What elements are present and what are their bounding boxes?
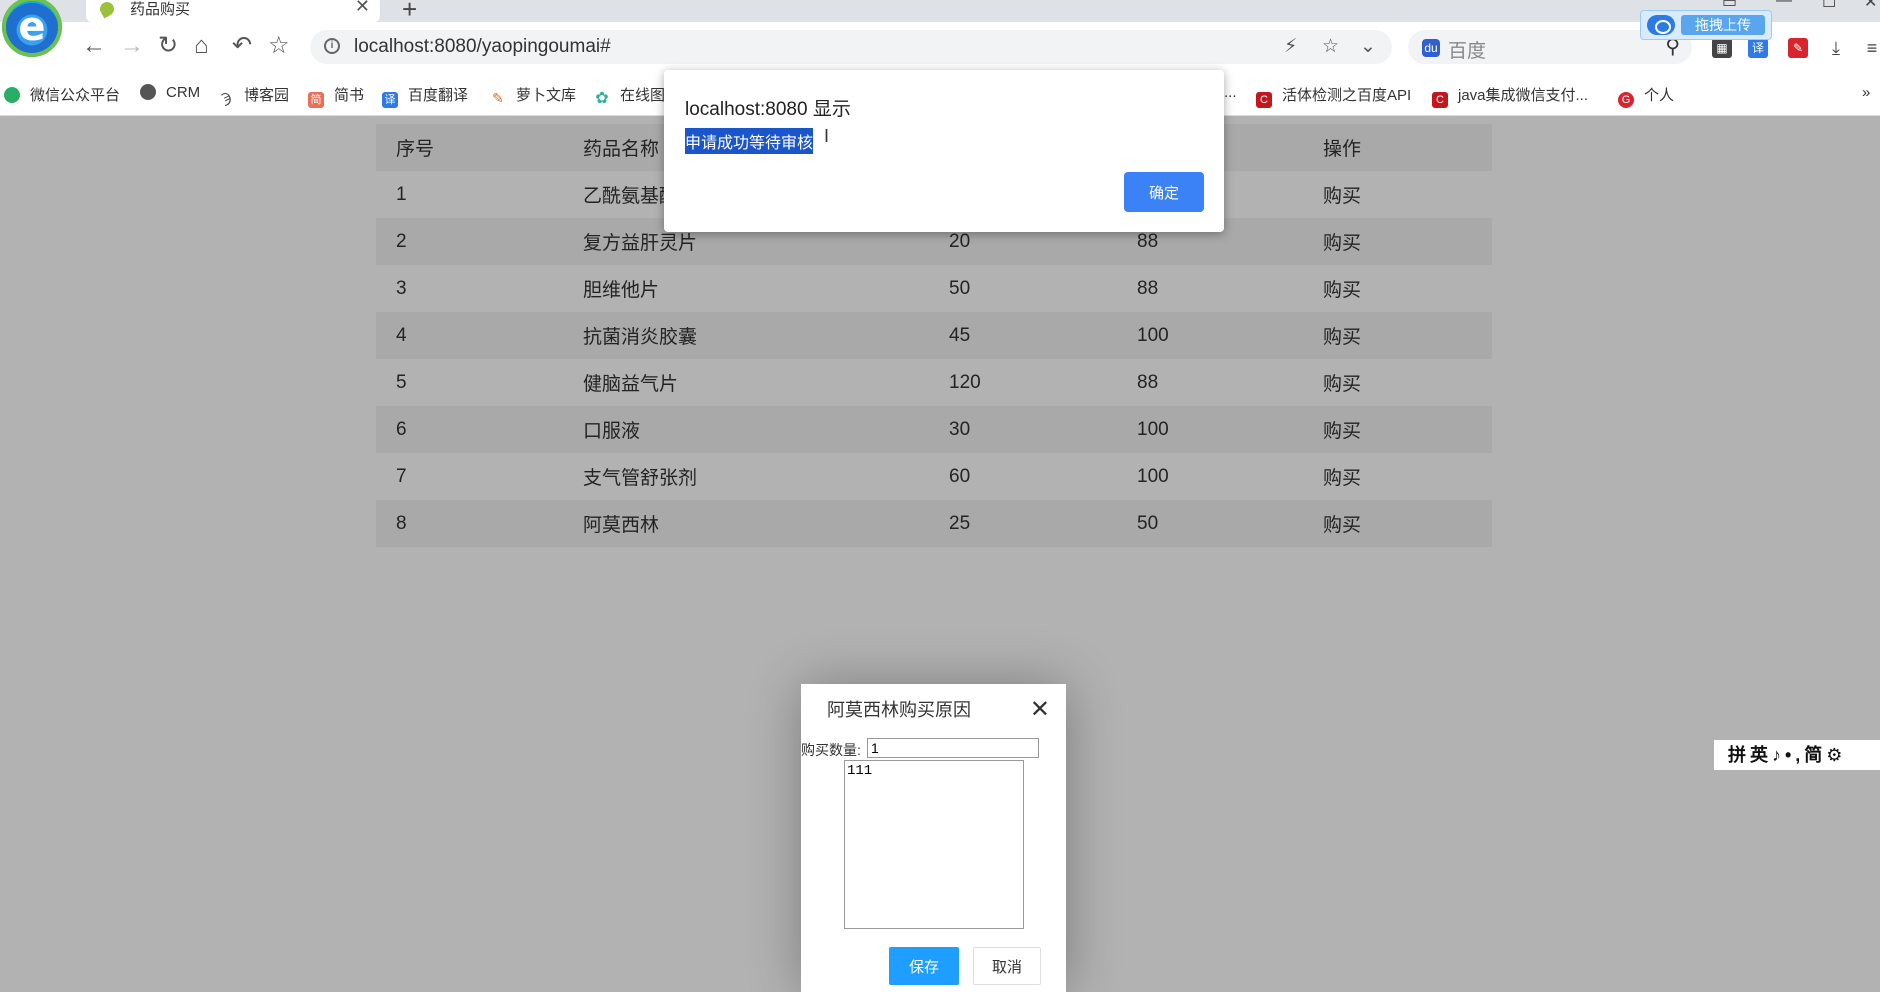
- bookmark-item[interactable]: G 个人: [1618, 84, 1674, 108]
- quantity-label: 购买数量:: [801, 742, 861, 758]
- globe-icon: [140, 84, 156, 100]
- close-icon[interactable]: ✕: [1030, 695, 1050, 724]
- home-icon[interactable]: ⌂: [194, 34, 209, 58]
- baidu-translate-icon: 译: [382, 92, 398, 108]
- upload-label: 拖拽上传: [1681, 15, 1765, 35]
- gear-icon: ✿: [594, 90, 610, 107]
- menu-icon[interactable]: ≡: [1862, 38, 1880, 58]
- pdf-icon[interactable]: ✎: [1788, 38, 1808, 58]
- alert-message: 申请成功等待审核: [685, 128, 814, 154]
- window-close-icon[interactable]: ✕: [1864, 0, 1877, 12]
- alert-dialog: localhost:8080 显示 申请成功等待审核 I 确定: [664, 70, 1224, 232]
- csdn-icon: C: [1432, 92, 1448, 108]
- baidu-icon: du: [1422, 39, 1440, 57]
- purchase-reason-dialog: 阿莫西林购买原因 ✕ 购买数量: 111 保存 取消: [801, 684, 1066, 992]
- tab-close-icon[interactable]: ✕: [355, 0, 370, 17]
- bookmarks-more-icon[interactable]: »: [1862, 84, 1870, 101]
- bookmark-item[interactable]: Cjava集成微信支付...: [1432, 84, 1588, 108]
- bookmark-item[interactable]: Ϡ 博客园: [218, 84, 289, 106]
- bookmark-star-icon[interactable]: ☆: [268, 34, 290, 58]
- tab-active[interactable]: 药品购买 ✕: [86, 0, 380, 22]
- address-bar[interactable]: i localhost:8080/yaopingoumai# ⚡ ☆ ⌄: [310, 30, 1392, 64]
- translate-icon[interactable]: 译: [1748, 38, 1768, 58]
- carrot-icon: ✎: [490, 90, 506, 106]
- bookmark-item[interactable]: ...: [1224, 84, 1237, 101]
- personal-icon: G: [1618, 92, 1634, 108]
- wechat-icon: [4, 87, 20, 103]
- undo-close-icon[interactable]: ↶: [232, 34, 252, 58]
- tab-title: 药品购买: [130, 1, 191, 18]
- ok-button[interactable]: 确定: [1124, 172, 1204, 212]
- bookmark-item[interactable]: C 活体检测之百度API: [1256, 84, 1411, 108]
- back-icon[interactable]: ←: [82, 34, 106, 58]
- bookmark-item[interactable]: 译百度翻译: [382, 84, 468, 108]
- tab-strip: e 药品购买 ✕ + ▭ — ☐ ✕: [0, 0, 1880, 57]
- bookmark-item[interactable]: ✎ 萝卜文库: [490, 84, 576, 106]
- qr-code-icon[interactable]: ▦: [1712, 38, 1732, 58]
- address-url[interactable]: localhost:8080/yaopingoumai#: [354, 36, 611, 58]
- cnblogs-icon: Ϡ: [218, 90, 234, 106]
- reload-icon[interactable]: ↻: [158, 34, 178, 58]
- ime-toolbar[interactable]: 拼英♪•,简⚙: [1714, 740, 1880, 770]
- forward-icon[interactable]: →: [120, 34, 144, 58]
- browser-toolbar: ← → ↻ ⌂ ↶ ☆ i localhost:8080/yaopingouma…: [0, 22, 1880, 72]
- maximize-icon[interactable]: ☐: [1822, 0, 1836, 12]
- alert-title: localhost:8080 显示: [685, 99, 851, 120]
- save-button[interactable]: 保存: [889, 947, 959, 985]
- reason-textarea[interactable]: 111: [844, 760, 1024, 929]
- cloud-icon: [1647, 15, 1675, 35]
- baidu-netdisk-upload[interactable]: 拖拽上传: [1640, 10, 1772, 40]
- bookmark-item[interactable]: 简简书: [308, 84, 364, 108]
- minimize-icon[interactable]: —: [1776, 0, 1792, 10]
- tab-favicon-icon: [97, 0, 117, 19]
- jianshu-icon: 简: [308, 92, 324, 108]
- dialog-title: 阿莫西林购买原因: [827, 700, 971, 720]
- lightning-icon[interactable]: ⚡: [1284, 35, 1297, 58]
- quantity-input[interactable]: [867, 738, 1039, 758]
- browser-logo-icon: e: [2, 0, 62, 57]
- download-icon[interactable]: ⤓: [1826, 38, 1846, 58]
- site-info-icon[interactable]: i: [324, 38, 340, 54]
- csdn-icon: C: [1256, 92, 1272, 108]
- bookmark-item[interactable]: CRM: [140, 84, 200, 101]
- bookmark-item[interactable]: ✿ 在线图: [594, 84, 665, 107]
- text-cursor-icon: I: [824, 126, 830, 146]
- cancel-button[interactable]: 取消: [973, 947, 1041, 985]
- favorite-star-icon[interactable]: ☆: [1322, 35, 1339, 58]
- bookmark-item[interactable]: 微信公众平台: [4, 84, 120, 105]
- chevron-down-icon[interactable]: ⌄: [1360, 35, 1376, 58]
- search-placeholder: 百度: [1448, 41, 1487, 62]
